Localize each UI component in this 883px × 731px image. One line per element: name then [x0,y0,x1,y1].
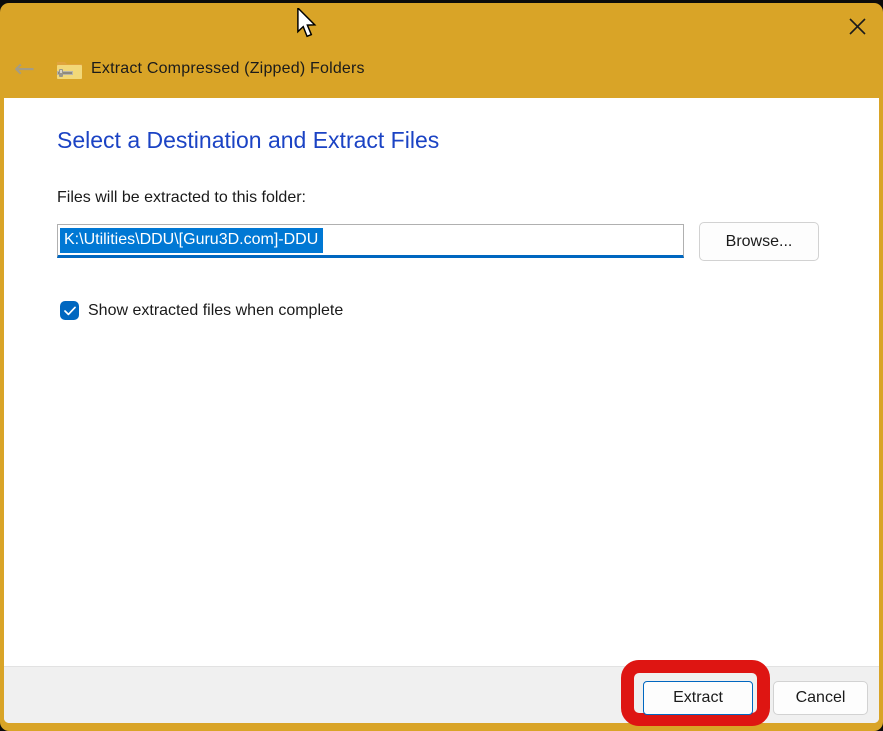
mouse-cursor-icon [296,8,319,44]
screen: { "window": { "title": "Extract Compress… [0,0,883,731]
selected-path-text: K:\Utilities\DDU\[Guru3D.com]-DDU [60,228,323,253]
checkbox-checked-icon[interactable] [60,301,79,320]
window-title: Extract Compressed (Zipped) Folders [91,60,365,78]
destination-label: Files will be extracted to this folder: [57,189,306,207]
zipped-folder-icon [56,59,83,80]
extract-button[interactable]: Extract [643,681,753,715]
page-title: Select a Destination and Extract Files [57,127,439,154]
browse-button[interactable]: Browse... [699,222,819,261]
dialog-header: ← Extract Compressed (Zipped) Folders [14,55,365,83]
extract-dialog-window: ← Extract Compressed (Zipped) Folders Se… [0,3,883,731]
show-files-checkbox-label: Show extracted files when complete [88,302,343,320]
close-button[interactable] [844,13,870,39]
close-icon [849,18,866,35]
cancel-button[interactable]: Cancel [773,681,868,715]
destination-path-input[interactable]: K:\Utilities\DDU\[Guru3D.com]-DDU [57,224,684,258]
dialog-body: Select a Destination and Extract Files F… [4,98,879,723]
back-arrow-icon[interactable]: ← [14,55,48,83]
show-files-checkbox-row[interactable]: Show extracted files when complete [60,301,343,320]
dialog-footer: Extract Cancel [4,666,879,723]
